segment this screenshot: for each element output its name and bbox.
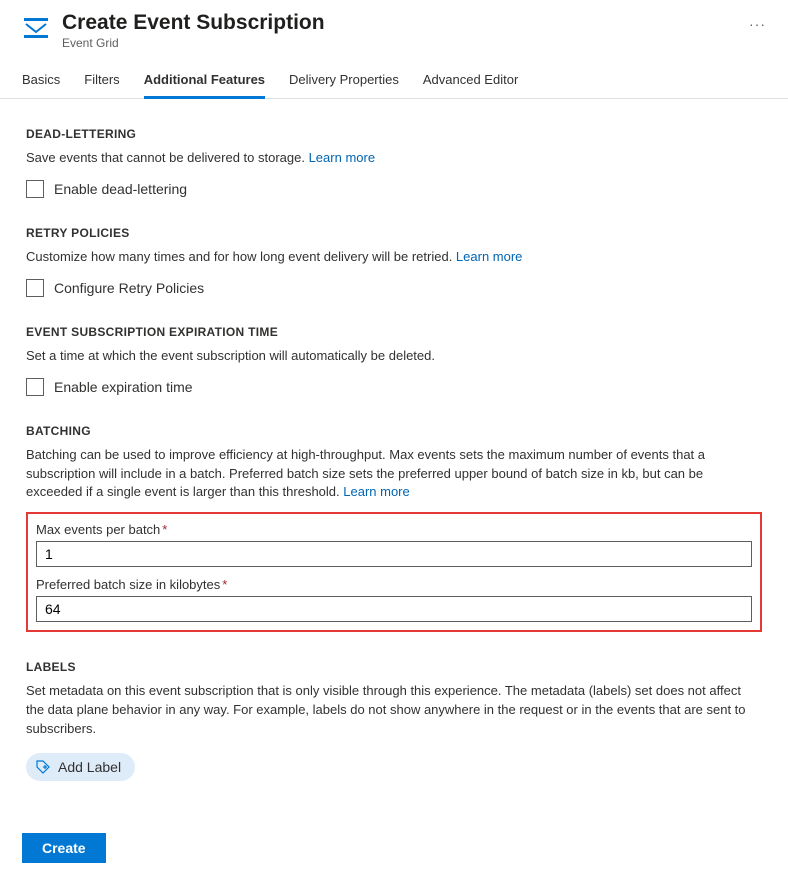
page-header: Create Event Subscription Event Grid ··· bbox=[0, 0, 788, 64]
retry-heading: RETRY POLICIES bbox=[26, 226, 762, 240]
more-button[interactable]: ··· bbox=[749, 16, 766, 32]
max-events-input[interactable] bbox=[36, 541, 752, 567]
tab-bar: Basics Filters Additional Features Deliv… bbox=[0, 64, 788, 99]
enable-expiration-label: Enable expiration time bbox=[54, 379, 193, 395]
max-events-label: Max events per batch* bbox=[36, 522, 752, 537]
event-grid-icon bbox=[22, 14, 50, 42]
batching-learn-more-link[interactable]: Learn more bbox=[343, 484, 409, 499]
section-batching: BATCHING Batching can be used to improve… bbox=[26, 424, 762, 633]
batching-heading: BATCHING bbox=[26, 424, 762, 438]
expiration-heading: EVENT SUBSCRIPTION EXPIRATION TIME bbox=[26, 325, 762, 339]
preferred-size-input[interactable] bbox=[36, 596, 752, 622]
tab-basics[interactable]: Basics bbox=[22, 64, 60, 99]
footer: Create bbox=[0, 805, 788, 881]
tab-advanced-editor[interactable]: Advanced Editor bbox=[423, 64, 518, 99]
labels-desc: Set metadata on this event subscription … bbox=[26, 682, 762, 739]
batching-highlight-box: Max events per batch* Preferred batch si… bbox=[26, 512, 762, 632]
section-retry-policies: RETRY POLICIES Customize how many times … bbox=[26, 226, 762, 297]
tag-plus-icon bbox=[36, 760, 50, 774]
retry-learn-more-link[interactable]: Learn more bbox=[456, 249, 522, 264]
section-expiration: EVENT SUBSCRIPTION EXPIRATION TIME Set a… bbox=[26, 325, 762, 396]
tab-delivery-properties[interactable]: Delivery Properties bbox=[289, 64, 399, 99]
add-label-button[interactable]: Add Label bbox=[26, 753, 135, 781]
dead-lettering-desc: Save events that cannot be delivered to … bbox=[26, 149, 762, 168]
enable-dead-lettering-checkbox[interactable] bbox=[26, 180, 44, 198]
page-title: Create Event Subscription bbox=[62, 10, 735, 36]
page-subtitle: Event Grid bbox=[62, 36, 735, 50]
labels-heading: LABELS bbox=[26, 660, 762, 674]
enable-dead-lettering-label: Enable dead-lettering bbox=[54, 181, 187, 197]
enable-expiration-checkbox[interactable] bbox=[26, 378, 44, 396]
tab-filters[interactable]: Filters bbox=[84, 64, 119, 99]
tab-additional-features[interactable]: Additional Features bbox=[144, 64, 265, 99]
dead-lettering-heading: DEAD-LETTERING bbox=[26, 127, 762, 141]
section-dead-lettering: DEAD-LETTERING Save events that cannot b… bbox=[26, 127, 762, 198]
configure-retry-label: Configure Retry Policies bbox=[54, 280, 204, 296]
batching-desc: Batching can be used to improve efficien… bbox=[26, 446, 762, 503]
add-label-text: Add Label bbox=[58, 759, 121, 775]
create-button[interactable]: Create bbox=[22, 833, 106, 863]
retry-desc: Customize how many times and for how lon… bbox=[26, 248, 762, 267]
preferred-size-label: Preferred batch size in kilobytes* bbox=[36, 577, 752, 592]
configure-retry-checkbox[interactable] bbox=[26, 279, 44, 297]
dead-lettering-learn-more-link[interactable]: Learn more bbox=[309, 150, 375, 165]
section-labels: LABELS Set metadata on this event subscr… bbox=[26, 660, 762, 781]
expiration-desc: Set a time at which the event subscripti… bbox=[26, 347, 762, 366]
